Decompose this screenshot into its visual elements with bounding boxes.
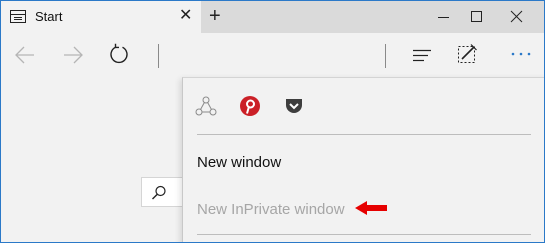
browser-window: Start ✕ + New window New InPrivate windo…	[0, 0, 545, 243]
new-inprivate-window-item[interactable]: New InPrivate window	[197, 201, 345, 219]
title-bar: Start ✕ +	[1, 1, 544, 33]
maximize-button[interactable]	[457, 1, 497, 33]
more-actions-icon[interactable]	[509, 49, 533, 59]
window-close-button[interactable]	[497, 1, 537, 33]
toolbar-separator	[385, 44, 386, 68]
maximize-icon	[471, 11, 482, 22]
tab-start[interactable]: Start ✕	[1, 1, 201, 33]
back-arrow-icon[interactable]	[13, 44, 37, 66]
share-target-row	[183, 78, 544, 134]
more-actions-menu: New window New InPrivate window	[182, 77, 544, 242]
window-close-icon	[510, 10, 523, 23]
toolbar-separator	[158, 44, 159, 68]
navigation-toolbar	[1, 33, 544, 78]
red-arrow-icon	[355, 201, 387, 215]
new-tab-plus-icon[interactable]: +	[209, 6, 221, 26]
forward-arrow-icon[interactable]	[61, 44, 85, 66]
new-window-item[interactable]: New window	[197, 154, 281, 172]
search-icon	[152, 185, 166, 200]
web-note-icon[interactable]	[455, 42, 479, 66]
menu-divider	[197, 134, 531, 135]
start-page-icon	[10, 10, 26, 23]
pinterest-icon[interactable]	[239, 95, 261, 117]
menu-divider	[197, 234, 531, 235]
page-search-box[interactable]	[141, 177, 187, 207]
tab-close-icon[interactable]: ✕	[179, 8, 192, 24]
pocket-icon[interactable]	[283, 95, 305, 117]
hub-icon[interactable]	[411, 45, 435, 65]
refresh-icon[interactable]	[107, 43, 131, 67]
tab-title: Start	[35, 9, 63, 24]
share-icon[interactable]	[195, 95, 217, 117]
